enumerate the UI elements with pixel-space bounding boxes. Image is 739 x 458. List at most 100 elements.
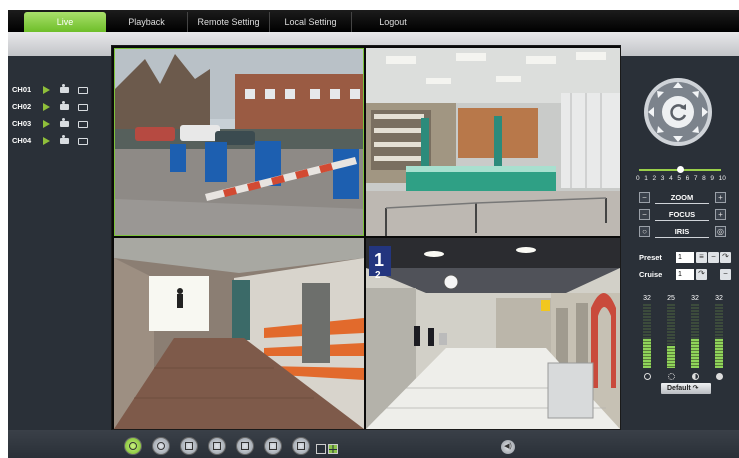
zoom-in-button[interactable]: + xyxy=(715,192,726,203)
brightness-control[interactable]: 32 xyxy=(640,295,654,380)
preset-call-button[interactable]: ↷ xyxy=(720,252,731,263)
lobby-scene xyxy=(366,48,620,236)
contrast-bar[interactable] xyxy=(691,304,699,368)
channel-row[interactable]: CH02 xyxy=(12,101,108,115)
speed-tick: 4 xyxy=(669,175,673,182)
saturation-control[interactable]: 32 xyxy=(712,295,726,380)
speed-tick: 2 xyxy=(652,175,657,182)
record-icon[interactable] xyxy=(60,118,69,127)
sun-control[interactable]: 25 xyxy=(664,295,678,380)
contrast-control[interactable]: 32 xyxy=(688,295,702,380)
preset-row: Preset 1 ≡ − ↷ xyxy=(639,252,731,264)
fullscreen-button[interactable] xyxy=(236,437,254,455)
focus-far-button[interactable]: + xyxy=(715,209,726,220)
cruise-stop-button[interactable]: − xyxy=(720,269,731,280)
tab-playback[interactable]: Playback xyxy=(106,12,188,32)
play-icon[interactable] xyxy=(43,137,50,145)
next-icon xyxy=(213,442,221,450)
tab-remote-setting[interactable]: Remote Setting xyxy=(188,12,270,32)
snapshot-icon[interactable] xyxy=(78,87,88,94)
sun-icon xyxy=(667,373,675,380)
tunnel-scene xyxy=(114,238,364,429)
iris-row: ○ IRIS ◎ xyxy=(639,226,727,239)
iris-close-button[interactable]: ○ xyxy=(639,226,650,237)
preset-clear-button[interactable]: − xyxy=(708,252,719,263)
tab-local-setting[interactable]: Local Setting xyxy=(270,12,352,32)
record-button[interactable] xyxy=(292,437,310,455)
brightness-fill xyxy=(643,339,651,368)
stop-live-icon xyxy=(157,442,165,450)
focus-near-button[interactable]: − xyxy=(639,209,650,220)
record-icon[interactable] xyxy=(60,101,69,110)
channel-row[interactable]: CH01 xyxy=(12,84,108,98)
speed-tick: 8 xyxy=(702,175,706,182)
saturation-fill xyxy=(715,339,723,368)
brightness-bar[interactable] xyxy=(643,304,651,368)
stop-live-button[interactable] xyxy=(152,437,170,455)
volume-icon[interactable]: ◀) xyxy=(501,440,515,454)
prev-icon xyxy=(185,442,193,450)
platform-number-2: 2 xyxy=(375,270,381,281)
play-icon[interactable] xyxy=(43,86,50,94)
ptz-control xyxy=(643,77,713,147)
tab-live[interactable]: Live xyxy=(24,12,106,32)
fullscreen-icon xyxy=(241,442,249,450)
record-icon xyxy=(297,442,305,450)
channel-label: CH01 xyxy=(12,85,32,94)
layout-1-button[interactable] xyxy=(316,444,326,454)
snapshot-icon[interactable] xyxy=(78,104,88,111)
snapshot-button[interactable] xyxy=(264,437,282,455)
zoom-out-button[interactable]: − xyxy=(639,192,650,203)
start-live-icon xyxy=(129,442,137,450)
default-button[interactable]: Default ↷ xyxy=(661,383,711,394)
ptz-speed-slider[interactable] xyxy=(639,166,721,173)
play-icon[interactable] xyxy=(43,120,50,128)
snapshot-icon[interactable] xyxy=(78,121,88,128)
zoom-label: ZOOM xyxy=(655,192,709,204)
cruise-label: Cruise xyxy=(639,270,663,279)
iris-label: IRIS xyxy=(655,226,709,238)
cruise-start-button[interactable]: ↷ xyxy=(696,269,707,280)
contrast-fill xyxy=(691,339,699,368)
speed-tick: 7 xyxy=(693,175,698,182)
speed-tick: 9 xyxy=(710,175,715,182)
play-icon[interactable] xyxy=(43,103,50,111)
channel-panel: CH01 CH02 CH03 CH04 xyxy=(8,56,111,430)
next-button[interactable] xyxy=(208,437,226,455)
tab-logout[interactable]: Logout xyxy=(352,12,434,32)
brightness-icon xyxy=(643,373,651,380)
snapshot-icon xyxy=(269,442,277,450)
channel-row[interactable]: CH04 xyxy=(12,135,108,149)
focus-row: − FOCUS + xyxy=(639,209,727,222)
contrast-value: 32 xyxy=(691,295,699,302)
cruise-input[interactable]: 1 xyxy=(676,269,694,280)
video-tile-underpass[interactable] xyxy=(114,238,364,429)
sun-fill xyxy=(667,345,675,368)
bottom-toolbar: ◀) xyxy=(8,430,739,458)
speed-tick: 1 xyxy=(644,175,648,182)
speed-tick: 10 xyxy=(718,175,726,182)
record-icon[interactable] xyxy=(60,135,69,144)
preset-input[interactable]: 1 xyxy=(676,252,694,263)
prev-button[interactable] xyxy=(180,437,198,455)
snapshot-icon[interactable] xyxy=(78,138,88,145)
video-tile-parking-barrier[interactable] xyxy=(114,48,364,236)
channel-label: CH04 xyxy=(12,136,32,145)
station-scene: 1 2 3 xyxy=(366,238,620,429)
slider-knob[interactable] xyxy=(677,166,684,173)
speed-ticks: 0 1 2 3 4 5 6 7 8 9 10 xyxy=(636,175,726,182)
channel-row[interactable]: CH03 xyxy=(12,118,108,132)
parking-scene xyxy=(115,49,363,235)
platform-number-1: 1 xyxy=(374,250,384,270)
iris-open-button[interactable]: ◎ xyxy=(715,226,726,237)
zoom-row: − ZOOM + xyxy=(639,192,727,205)
saturation-bar[interactable] xyxy=(715,304,723,368)
video-tile-station[interactable]: 1 2 3 xyxy=(366,238,620,429)
video-tile-office-lobby[interactable] xyxy=(366,48,620,236)
preset-set-button[interactable]: ≡ xyxy=(696,252,707,263)
start-live-button[interactable] xyxy=(124,437,142,455)
sun-bar[interactable] xyxy=(667,304,675,368)
cruise-row: Cruise 1 ↷ − xyxy=(639,269,731,281)
layout-4-button[interactable] xyxy=(328,444,338,454)
record-icon[interactable] xyxy=(60,84,69,93)
